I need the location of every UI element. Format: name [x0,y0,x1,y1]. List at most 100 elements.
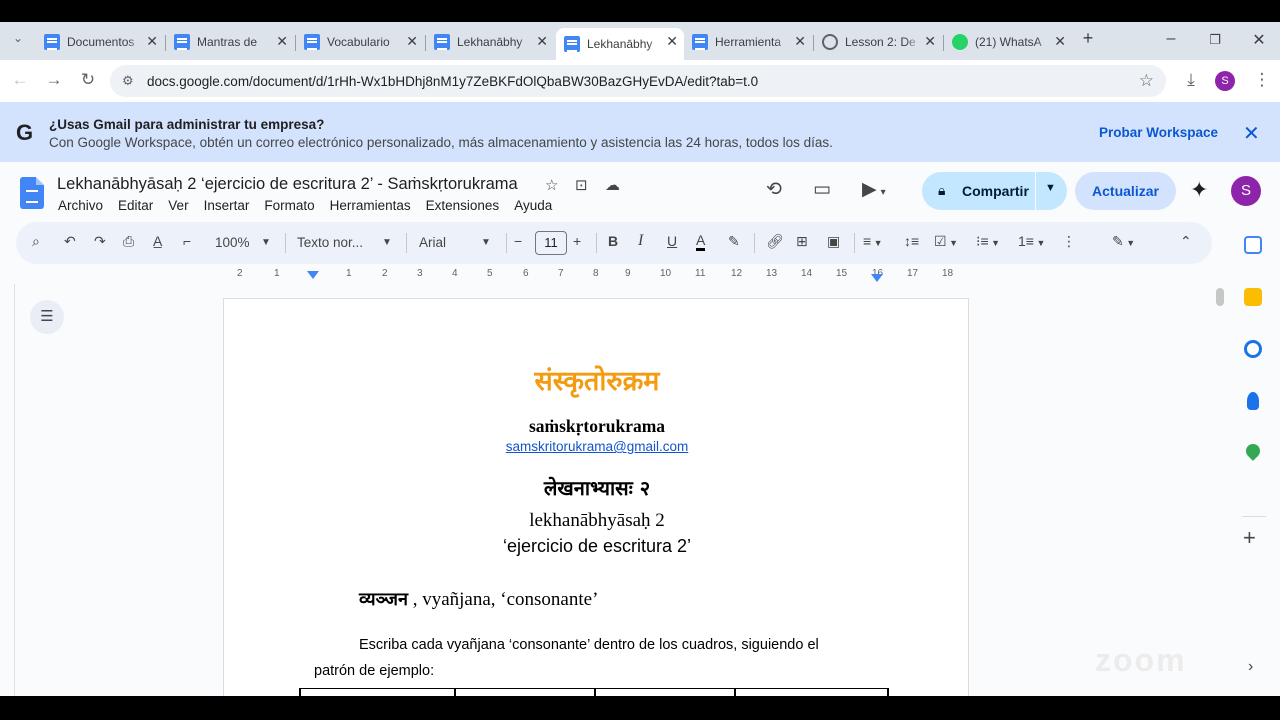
reload-icon[interactable]: ↻ [76,70,100,90]
redo-icon[interactable]: ↷ [94,233,106,250]
bulleted-list-icon[interactable]: ⁝≡ ▼ [976,233,1000,250]
collapse-menus-icon[interactable]: ⌃ [1180,233,1192,250]
download-icon[interactable]: ⤓ [1179,70,1203,90]
share-button[interactable]: 🔒︎ Compartir ▼ [922,172,1067,210]
browser-tab-active[interactable]: Lekhanābhy ✕ [556,28,684,60]
document-page[interactable]: संस्कृतोरुक्रम saṁskṛtorukrama samskrito… [223,298,969,696]
menu-ayuda[interactable]: Ayuda [514,198,552,213]
menu-herramientas[interactable]: Herramientas [330,198,411,213]
font-family-select[interactable]: Arial [419,235,446,250]
browser-menu-icon[interactable]: ⋮ [1250,70,1274,90]
site-info-icon[interactable]: ⚙ [122,73,134,89]
editing-mode-icon[interactable]: ✎ ▼ [1112,233,1135,250]
font-size-input[interactable]: 11 [535,231,567,255]
star-icon[interactable]: ☆ [545,176,558,194]
more-options-icon[interactable]: ⋮ [1062,233,1076,250]
version-history-icon[interactable]: ⟲ [766,178,782,201]
search-menus-icon[interactable]: ⌕ [32,233,40,250]
menu-editar[interactable]: Editar [118,198,153,213]
close-window-icon[interactable]: ✕ [1244,30,1274,50]
menu-insertar[interactable]: Insertar [204,198,250,213]
menu-extensiones[interactable]: Extensiones [426,198,500,213]
close-tab-icon[interactable]: ✕ [146,33,158,50]
vertical-scrollbar[interactable] [1216,288,1224,306]
increase-font-size-icon[interactable]: + [573,233,581,249]
maps-icon[interactable] [1243,441,1263,461]
url-text[interactable]: docs.google.com/document/d/1rHh-Wx1bHDhj… [147,74,758,89]
ruler-label: 9 [625,268,631,279]
restore-icon[interactable]: ❐ [1200,32,1230,48]
close-tab-icon[interactable]: ✕ [276,33,288,50]
get-addons-icon[interactable]: + [1243,525,1256,551]
italic-icon[interactable]: I [638,232,643,250]
chevron-down-icon[interactable]: ▼ [261,237,271,248]
menu-formato[interactable]: Formato [264,198,314,213]
close-tab-icon[interactable]: ✕ [666,33,678,50]
paint-format-icon[interactable]: ⌐ [183,233,191,249]
docs-logo-icon[interactable] [20,177,44,209]
close-tab-icon[interactable]: ✕ [406,33,418,50]
document-title[interactable]: Lekhanābhyāsaḥ 2 ‘ejercicio de escritura… [57,175,518,194]
print-icon[interactable]: ⎙ [123,233,134,250]
browser-tab[interactable]: Lesson 2: De ✕ [814,28,942,56]
gemini-sparkle-icon[interactable]: ✦ [1190,177,1208,203]
insert-link-icon[interactable]: 🔗︎ [766,233,784,250]
move-folder-icon[interactable]: ⊡ [575,176,588,194]
undo-icon[interactable]: ↶ [64,233,76,250]
update-button[interactable]: Actualizar [1075,172,1176,210]
omnibox[interactable]: ⚙ docs.google.com/document/d/1rHh-Wx1bHD… [110,65,1166,97]
menu-ver[interactable]: Ver [168,198,188,213]
hide-side-panel-icon[interactable]: › [1248,658,1253,676]
forward-icon[interactable]: → [42,70,66,90]
browser-profile-avatar[interactable]: S [1215,71,1235,91]
browser-tab[interactable]: Herramienta ✕ [684,28,812,56]
try-workspace-button[interactable]: Probar Workspace [1099,125,1218,140]
chevron-down-icon[interactable]: ▼ [481,237,491,248]
keep-icon[interactable] [1244,288,1262,306]
horizontal-ruler[interactable]: 2 1 2 3 4 5 6 7 8 9 10 11 12 13 14 15 16… [220,266,980,284]
bookmark-star-icon[interactable]: ☆ [1139,71,1154,91]
browser-tab[interactable]: Documentos ✕ [36,28,164,56]
email-link[interactable]: samskritorukrama@gmail.com [224,439,970,454]
close-tab-icon[interactable]: ✕ [924,33,936,50]
zoom-select[interactable]: 100% [215,235,250,250]
chevron-down-icon[interactable]: ▼ [382,237,392,248]
text-color-icon[interactable]: A [696,233,706,251]
close-tab-icon[interactable]: ✕ [794,33,806,50]
insert-image-icon[interactable]: ▣ [827,233,840,250]
document-outline-icon[interactable]: ☰ [30,300,64,334]
spellcheck-icon[interactable]: A̲ [153,233,162,249]
add-comment-icon[interactable]: ⊞ [796,233,808,250]
left-indent-marker[interactable] [307,271,319,279]
right-indent-marker[interactable] [871,274,883,282]
browser-tab[interactable]: (21) WhatsA ✕ [944,28,1072,56]
paragraph-style-select[interactable]: Texto nor... [297,235,363,250]
highlight-icon[interactable]: ✎ [728,233,740,250]
tab-search-chevron-icon[interactable]: ⌄ [6,31,30,45]
align-icon[interactable]: ≡ ▼ [863,233,883,249]
banner-close-icon[interactable]: ✕ [1243,121,1260,146]
comments-icon[interactable]: ▭ [813,178,831,201]
calendar-icon[interactable] [1244,236,1262,254]
close-tab-icon[interactable]: ✕ [1054,33,1066,50]
browser-tab[interactable]: Lekhanābhy ✕ [426,28,554,56]
checklist-icon[interactable]: ☑ ▼ [934,233,958,250]
share-dropdown-icon[interactable]: ▼ [1045,182,1056,194]
meet-video-icon[interactable]: ▶︎ ▾ [862,178,886,201]
tasks-icon[interactable] [1244,340,1262,358]
minimize-icon[interactable]: – [1156,30,1186,48]
decrease-font-size-icon[interactable]: − [514,233,522,249]
browser-tab[interactable]: Mantras de ✕ [166,28,294,56]
underline-icon[interactable]: U [667,233,677,249]
bold-icon[interactable]: B [608,233,618,249]
practice-grid-table[interactable] [299,688,889,696]
account-avatar[interactable]: S [1231,176,1261,206]
close-tab-icon[interactable]: ✕ [536,33,548,50]
browser-tab[interactable]: Vocabulario ✕ [296,28,424,56]
menu-archivo[interactable]: Archivo [58,198,103,213]
numbered-list-icon[interactable]: 1≡ ▼ [1018,233,1045,249]
back-icon[interactable]: ← [8,70,32,90]
line-spacing-icon[interactable]: ↕≡ [904,233,919,249]
contacts-icon[interactable] [1247,392,1259,410]
new-tab-icon[interactable]: + [1073,28,1103,49]
